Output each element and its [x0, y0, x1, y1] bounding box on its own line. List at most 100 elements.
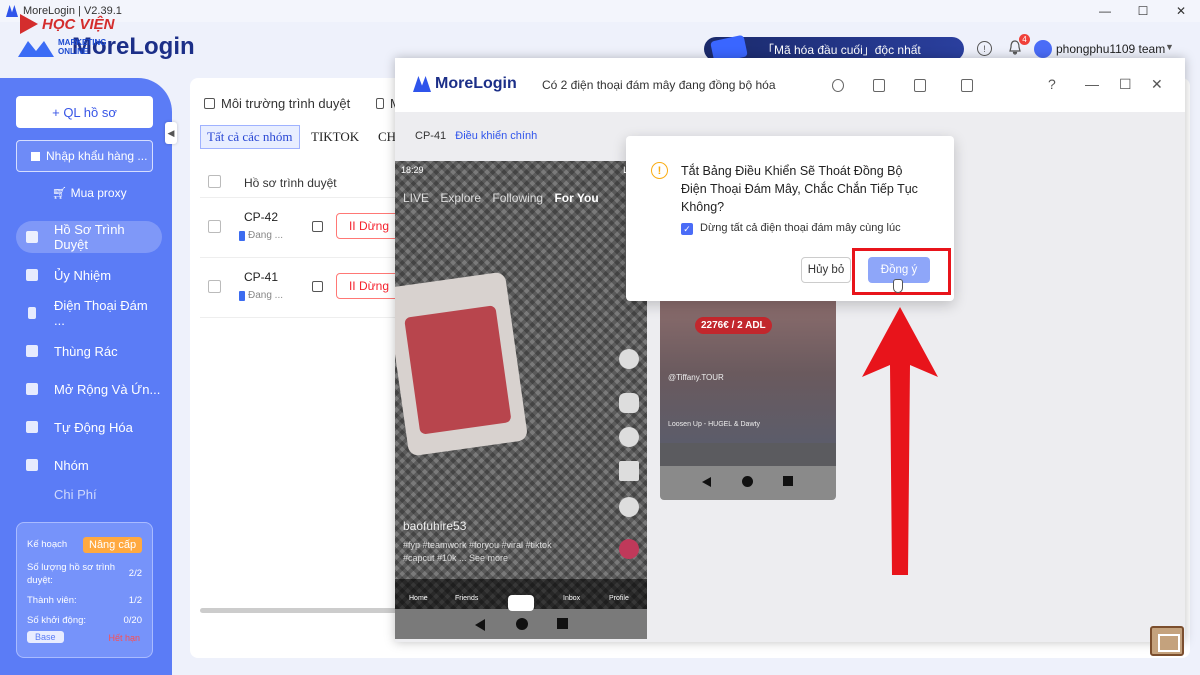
android-nav-bar	[395, 609, 647, 639]
phone-bottom-nav: Home Friends + Inbox Profile	[395, 579, 647, 611]
window-icon[interactable]	[312, 281, 323, 292]
phone-tab-following[interactable]: Following	[492, 191, 543, 205]
close-button[interactable]: ✕	[1151, 76, 1163, 93]
profile-status: Đang ...	[238, 290, 284, 301]
stop-button[interactable]: II Dừng	[336, 213, 402, 239]
plan-label: Kế hoạch	[27, 539, 68, 550]
heart-icon[interactable]	[619, 393, 639, 413]
sidebar-item-extensions[interactable]: Mở Rộng Và Ứn...	[16, 373, 162, 405]
home-icon[interactable]	[742, 476, 753, 487]
creator-avatar[interactable]	[619, 349, 639, 369]
screenshot-icon[interactable]	[961, 79, 973, 92]
stop-button[interactable]: II Dừng	[336, 273, 402, 299]
stop-all-checkbox[interactable]: ✓	[681, 223, 693, 235]
row-checkbox[interactable]	[208, 220, 221, 233]
recent-apps-icon[interactable]	[557, 618, 568, 629]
phone-icon	[28, 307, 36, 319]
minimize-button[interactable]: —	[1085, 76, 1099, 92]
maximize-button[interactable]: ☐	[1124, 0, 1162, 22]
sidebar-item-trash[interactable]: Thùng Rác	[16, 335, 162, 367]
table-row: CP-41 Đang ... II Dừng	[200, 258, 402, 318]
stop-all-label[interactable]: Dừng tất cả điện thoại đám mây cùng lúc	[700, 222, 901, 234]
profile-name[interactable]: CP-41	[244, 270, 278, 284]
sidebar: + QL hồ sơ Nhập khẩu hàng ... 🛒︎ Mua pro…	[0, 78, 172, 675]
sync-window-header: MoreLogin Có 2 điện thoại đám mây đang đ…	[395, 58, 1185, 112]
cancel-button[interactable]: Hủy bỏ	[801, 257, 851, 283]
secondary-phone-screen[interactable]: 2276€ / 2 ADL @Tiffany.TOUR Loosen Up - …	[660, 298, 836, 500]
plan-expired: Hết hạn	[108, 633, 140, 643]
sync-title: Có 2 điện thoại đám mây đang đồng bộ hóa	[542, 78, 776, 92]
trash-icon	[26, 345, 38, 357]
back-icon[interactable]	[702, 477, 711, 487]
collapse-sidebar-button[interactable]: ◀	[165, 122, 177, 144]
comment-icon[interactable]	[619, 427, 639, 447]
help-icon[interactable]: ?	[1048, 76, 1056, 92]
nav-home[interactable]: Home	[409, 595, 428, 602]
sidebar-item-label: Điện Thoại Đám ...	[54, 298, 148, 328]
phone-tab-for-you[interactable]: For You	[554, 191, 598, 205]
username[interactable]: phongphu1109 team	[1056, 42, 1165, 56]
nav-create-button[interactable]: +	[508, 595, 534, 611]
warning-icon: !	[651, 162, 668, 179]
document-icon[interactable]	[873, 79, 885, 92]
window-icon[interactable]	[312, 221, 323, 232]
launch-value: 0/20	[123, 615, 143, 626]
sidebar-item-cloud-phone[interactable]: Điện Thoại Đám ...	[16, 297, 162, 329]
horizontal-scrollbar[interactable]	[200, 608, 400, 613]
select-all-checkbox[interactable]	[208, 175, 221, 188]
window-controls: — ☐ ✕	[1086, 0, 1200, 22]
thumbnail-icon[interactable]	[1150, 626, 1184, 656]
filter-all-groups[interactable]: Tất cả các nhóm	[200, 125, 300, 149]
sidebar-item-proxy[interactable]: Ủy Nhiệm	[16, 259, 162, 291]
watermark-subtext: MARKETING ONLINE	[58, 38, 107, 56]
music-disc-icon[interactable]	[619, 539, 639, 559]
import-label: Nhập khẩu hàng ...	[46, 149, 148, 163]
maximize-button[interactable]: ☐	[1119, 76, 1132, 93]
sidebar-item-groups[interactable]: Nhóm	[16, 449, 162, 481]
upgrade-button[interactable]: Nâng cấp	[83, 537, 143, 553]
chevron-down-icon[interactable]: ▼	[1165, 42, 1174, 52]
members-label: Thành viên:	[27, 595, 77, 606]
phone-tab-explore[interactable]: Explore	[440, 191, 481, 205]
sidebar-item-billing[interactable]: Chi Phí	[16, 487, 162, 501]
sidebar-item-automation[interactable]: Tự Động Hóa	[16, 411, 162, 443]
nav-friends[interactable]: Friends	[455, 595, 478, 602]
puzzle-icon	[26, 383, 38, 395]
nav-profile[interactable]: Profile	[609, 595, 629, 602]
close-window-button[interactable]: ✕	[1162, 0, 1200, 22]
sidebar-item-label: Ủy Nhiệm	[54, 267, 112, 283]
phone-tab-live[interactable]: LIVE	[403, 191, 429, 205]
recent-apps-icon[interactable]	[783, 476, 793, 486]
upload-icon[interactable]	[914, 79, 926, 92]
main-control-link[interactable]: Điều khiển chính	[455, 130, 537, 142]
main-phone-screen[interactable]: 18:29 LTE LIVE Explore Following For You…	[395, 161, 647, 639]
secondary-phone-video: 2276€ / 2 ADL @Tiffany.TOUR Loosen Up - …	[660, 298, 836, 466]
profile-name[interactable]: CP-42	[244, 210, 278, 224]
notification-badge: 4	[1019, 34, 1030, 45]
sync-device-bar: CP-41 Điều khiển chính	[415, 130, 537, 142]
help-icon[interactable]: !	[977, 41, 992, 56]
bookmark-icon[interactable]	[619, 461, 639, 481]
new-profile-button[interactable]: + QL hồ sơ	[16, 96, 153, 128]
robot-icon	[26, 421, 38, 433]
import-button[interactable]: Nhập khẩu hàng ...	[16, 140, 153, 172]
tab-browser-environment[interactable]: Môi trường trình duyệt	[204, 88, 350, 118]
back-icon[interactable]	[475, 619, 485, 631]
video-author[interactable]: baofuhire53	[403, 519, 466, 533]
sidebar-item-browser-profiles[interactable]: Hồ Sơ Trình Duyệt	[16, 221, 162, 253]
nav-inbox[interactable]: Inbox	[563, 595, 580, 602]
sync-settings-icon[interactable]	[832, 79, 844, 92]
filter-tiktok[interactable]: TIKTOK	[305, 125, 365, 149]
share-icon[interactable]	[619, 497, 639, 517]
secondary-phone-nav	[660, 443, 836, 466]
minimize-button[interactable]: —	[1086, 0, 1124, 22]
row-checkbox[interactable]	[208, 280, 221, 293]
launch-label: Số khởi động:	[27, 615, 87, 626]
watermark: HỌC VIỆN MARKETING ONLINE	[20, 14, 115, 56]
buy-proxy-link[interactable]: 🛒︎ Mua proxy	[52, 186, 127, 200]
avatar[interactable]	[1034, 40, 1052, 58]
browser-icon	[26, 231, 38, 243]
home-icon[interactable]	[516, 618, 528, 630]
phone-feed-tabs: LIVE Explore Following For You	[403, 191, 599, 205]
plan-tier-badge: Base	[27, 631, 64, 643]
